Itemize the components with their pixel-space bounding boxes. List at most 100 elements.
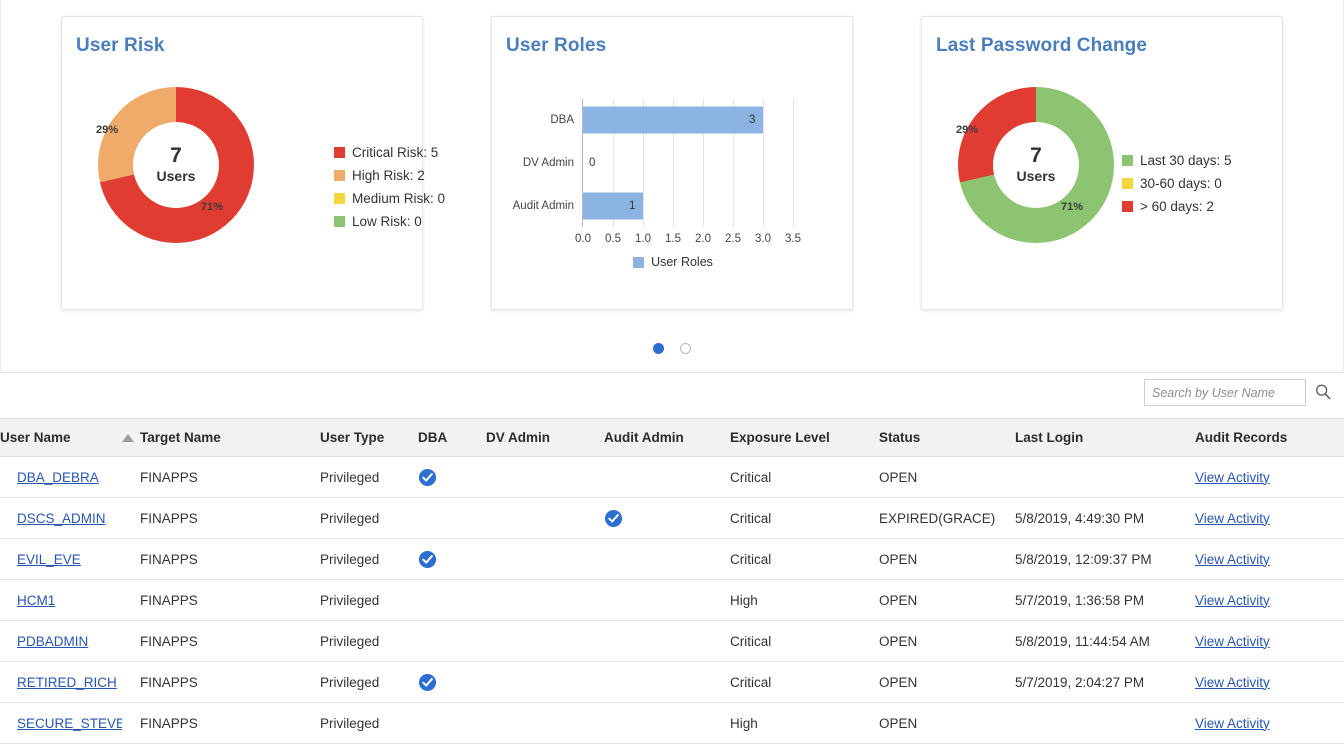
cell-target-name: FINAPPS bbox=[140, 620, 320, 662]
user-name-link[interactable]: SECURE_STEVE bbox=[17, 716, 122, 731]
cell-audit-admin bbox=[604, 538, 730, 580]
cell-dv-admin bbox=[486, 620, 604, 662]
view-activity-link[interactable]: View Activity bbox=[1195, 511, 1270, 526]
cell-dba bbox=[418, 661, 486, 703]
check-icon bbox=[418, 468, 437, 487]
column-header-user-type[interactable]: User Type bbox=[320, 418, 418, 457]
legend-swatch bbox=[334, 216, 345, 227]
donut-percent-secondary: 29% bbox=[96, 124, 119, 136]
table-toolbar bbox=[0, 373, 1344, 418]
column-header-dv-admin[interactable]: DV Admin bbox=[486, 418, 604, 457]
legend-label: Medium Risk: 0 bbox=[352, 191, 446, 206]
column-header-exposure-level[interactable]: Exposure Level bbox=[730, 418, 879, 457]
card-title-user-risk: User Risk bbox=[76, 35, 165, 56]
user-name-link[interactable]: DBA_DEBRA bbox=[17, 470, 99, 485]
cell-user-type: Privileged bbox=[320, 579, 418, 621]
check-icon bbox=[604, 509, 623, 528]
legend-item: Last 30 days: 5 bbox=[1122, 153, 1232, 168]
cell-dba bbox=[418, 538, 486, 580]
column-header-status[interactable]: Status bbox=[879, 418, 1015, 457]
column-header-target-name[interactable]: Target Name bbox=[140, 418, 320, 457]
cell-user-name: DBA_DEBRA bbox=[0, 456, 122, 498]
view-activity-link[interactable]: View Activity bbox=[1195, 716, 1270, 731]
table-row: SECURE_STEVE FINAPPS Privileged High OPEN Vie… bbox=[0, 702, 1344, 744]
cell-audit-records: View Activity bbox=[1195, 661, 1344, 703]
column-header-audit-admin[interactable]: Audit Admin bbox=[604, 418, 730, 457]
carousel-dots[interactable] bbox=[1, 343, 1343, 354]
user-risk-donut-chart: 7 Users 29% 71% bbox=[76, 77, 276, 277]
view-activity-link[interactable]: View Activity bbox=[1195, 675, 1270, 690]
view-activity-link[interactable]: View Activity bbox=[1195, 634, 1270, 649]
view-activity-link[interactable]: View Activity bbox=[1195, 593, 1270, 608]
cell-dba bbox=[418, 497, 486, 539]
bar-chart-gridline bbox=[793, 99, 794, 227]
cell-status: OPEN bbox=[879, 661, 1015, 703]
cell-audit-records: View Activity bbox=[1195, 620, 1344, 662]
donut-ring: 7 Users bbox=[958, 87, 1114, 243]
user-name-link[interactable]: DSCS_ADMIN bbox=[17, 511, 106, 526]
cell-spacer bbox=[122, 661, 140, 703]
cell-spacer bbox=[122, 579, 140, 621]
card-title-last-password-change: Last Password Change bbox=[936, 35, 1148, 56]
cell-audit-admin bbox=[604, 620, 730, 662]
view-activity-link[interactable]: View Activity bbox=[1195, 552, 1270, 567]
table-row: HCM1 FINAPPS Privileged High OPEN 5/7/2019, 1… bbox=[0, 579, 1344, 621]
bar-chart-x-tick: 1.5 bbox=[665, 233, 681, 245]
carousel-dot-2[interactable] bbox=[680, 343, 691, 354]
bar-chart-x-tick: 0.5 bbox=[605, 233, 621, 245]
sort-ascending-icon[interactable] bbox=[122, 434, 134, 442]
legend-swatch bbox=[1122, 155, 1133, 166]
cell-last-login: 5/7/2019, 2:04:27 PM bbox=[1015, 661, 1195, 703]
bar-chart-bar[interactable] bbox=[583, 106, 763, 134]
card-user-roles: User Roles 0.0 0.5 1.0 1.5 2.0 2.5 3.0 3.5 DBA 3 D… bbox=[491, 16, 853, 310]
donut-percent-primary: 71% bbox=[201, 201, 224, 213]
legend-item: Critical Risk: 5 bbox=[334, 145, 445, 160]
cell-user-type: Privileged bbox=[320, 538, 418, 580]
bar-chart-x-tick: 2.5 bbox=[725, 233, 741, 245]
legend-item: Medium Risk: 0 bbox=[334, 191, 445, 206]
column-header-dba[interactable]: DBA bbox=[418, 418, 486, 457]
cell-exposure-level: High bbox=[730, 702, 879, 744]
legend-label: Critical Risk: 5 bbox=[352, 145, 439, 160]
user-name-link[interactable]: PDBADMIN bbox=[17, 634, 88, 649]
cell-dv-admin bbox=[486, 579, 604, 621]
user-name-link[interactable]: HCM1 bbox=[17, 593, 55, 608]
cell-status: OPEN bbox=[879, 538, 1015, 580]
donut-percent-secondary: 29% bbox=[956, 124, 979, 136]
donut-ring: 7 Users bbox=[98, 87, 254, 243]
search-input[interactable] bbox=[1144, 379, 1306, 406]
cell-status: OPEN bbox=[879, 456, 1015, 498]
cell-user-type: Privileged bbox=[320, 456, 418, 498]
cell-target-name: FINAPPS bbox=[140, 702, 320, 744]
user-name-link[interactable]: EVIL_EVE bbox=[17, 552, 81, 567]
donut-center-count: 7 bbox=[170, 143, 182, 167]
sort-indicator-cell[interactable] bbox=[122, 418, 140, 457]
carousel-dot-1[interactable] bbox=[653, 343, 664, 354]
view-activity-link[interactable]: View Activity bbox=[1195, 470, 1270, 485]
user-name-link[interactable]: RETIRED_RICH bbox=[17, 675, 117, 690]
cell-last-login: 5/8/2019, 12:09:37 PM bbox=[1015, 538, 1195, 580]
cell-user-type: Privileged bbox=[320, 620, 418, 662]
cell-spacer bbox=[122, 497, 140, 539]
card-user-risk: User Risk 7 Users 29% 71% Critical Risk:… bbox=[61, 16, 445, 310]
column-header-last-login[interactable]: Last Login bbox=[1015, 418, 1195, 457]
card-title-user-roles: User Roles bbox=[506, 35, 607, 56]
search-icon[interactable] bbox=[1314, 383, 1332, 401]
legend-item: Low Risk: 0 bbox=[334, 214, 445, 229]
cell-exposure-level: Critical bbox=[730, 661, 879, 703]
column-header-user-name[interactable]: User Name bbox=[0, 418, 122, 457]
donut-center: 7 Users bbox=[993, 122, 1079, 208]
column-header-audit-records[interactable]: Audit Records bbox=[1195, 418, 1344, 457]
legend-label-user-roles: User Roles bbox=[651, 255, 713, 269]
cell-user-name: HCM1 bbox=[0, 579, 122, 621]
bar-chart-category-label: DBA bbox=[550, 114, 574, 127]
cell-dv-admin bbox=[486, 661, 604, 703]
cell-exposure-level: Critical bbox=[730, 456, 879, 498]
cell-status: OPEN bbox=[879, 702, 1015, 744]
cell-audit-records: View Activity bbox=[1195, 497, 1344, 539]
cell-status: OPEN bbox=[879, 579, 1015, 621]
cell-user-name: PDBADMIN bbox=[0, 620, 122, 662]
legend-label: 30-60 days: 0 bbox=[1140, 176, 1222, 191]
table-header-row: User Name Target Name User Type DBA DV A… bbox=[0, 418, 1344, 457]
bar-chart-category-label: DV Admin bbox=[522, 157, 574, 169]
